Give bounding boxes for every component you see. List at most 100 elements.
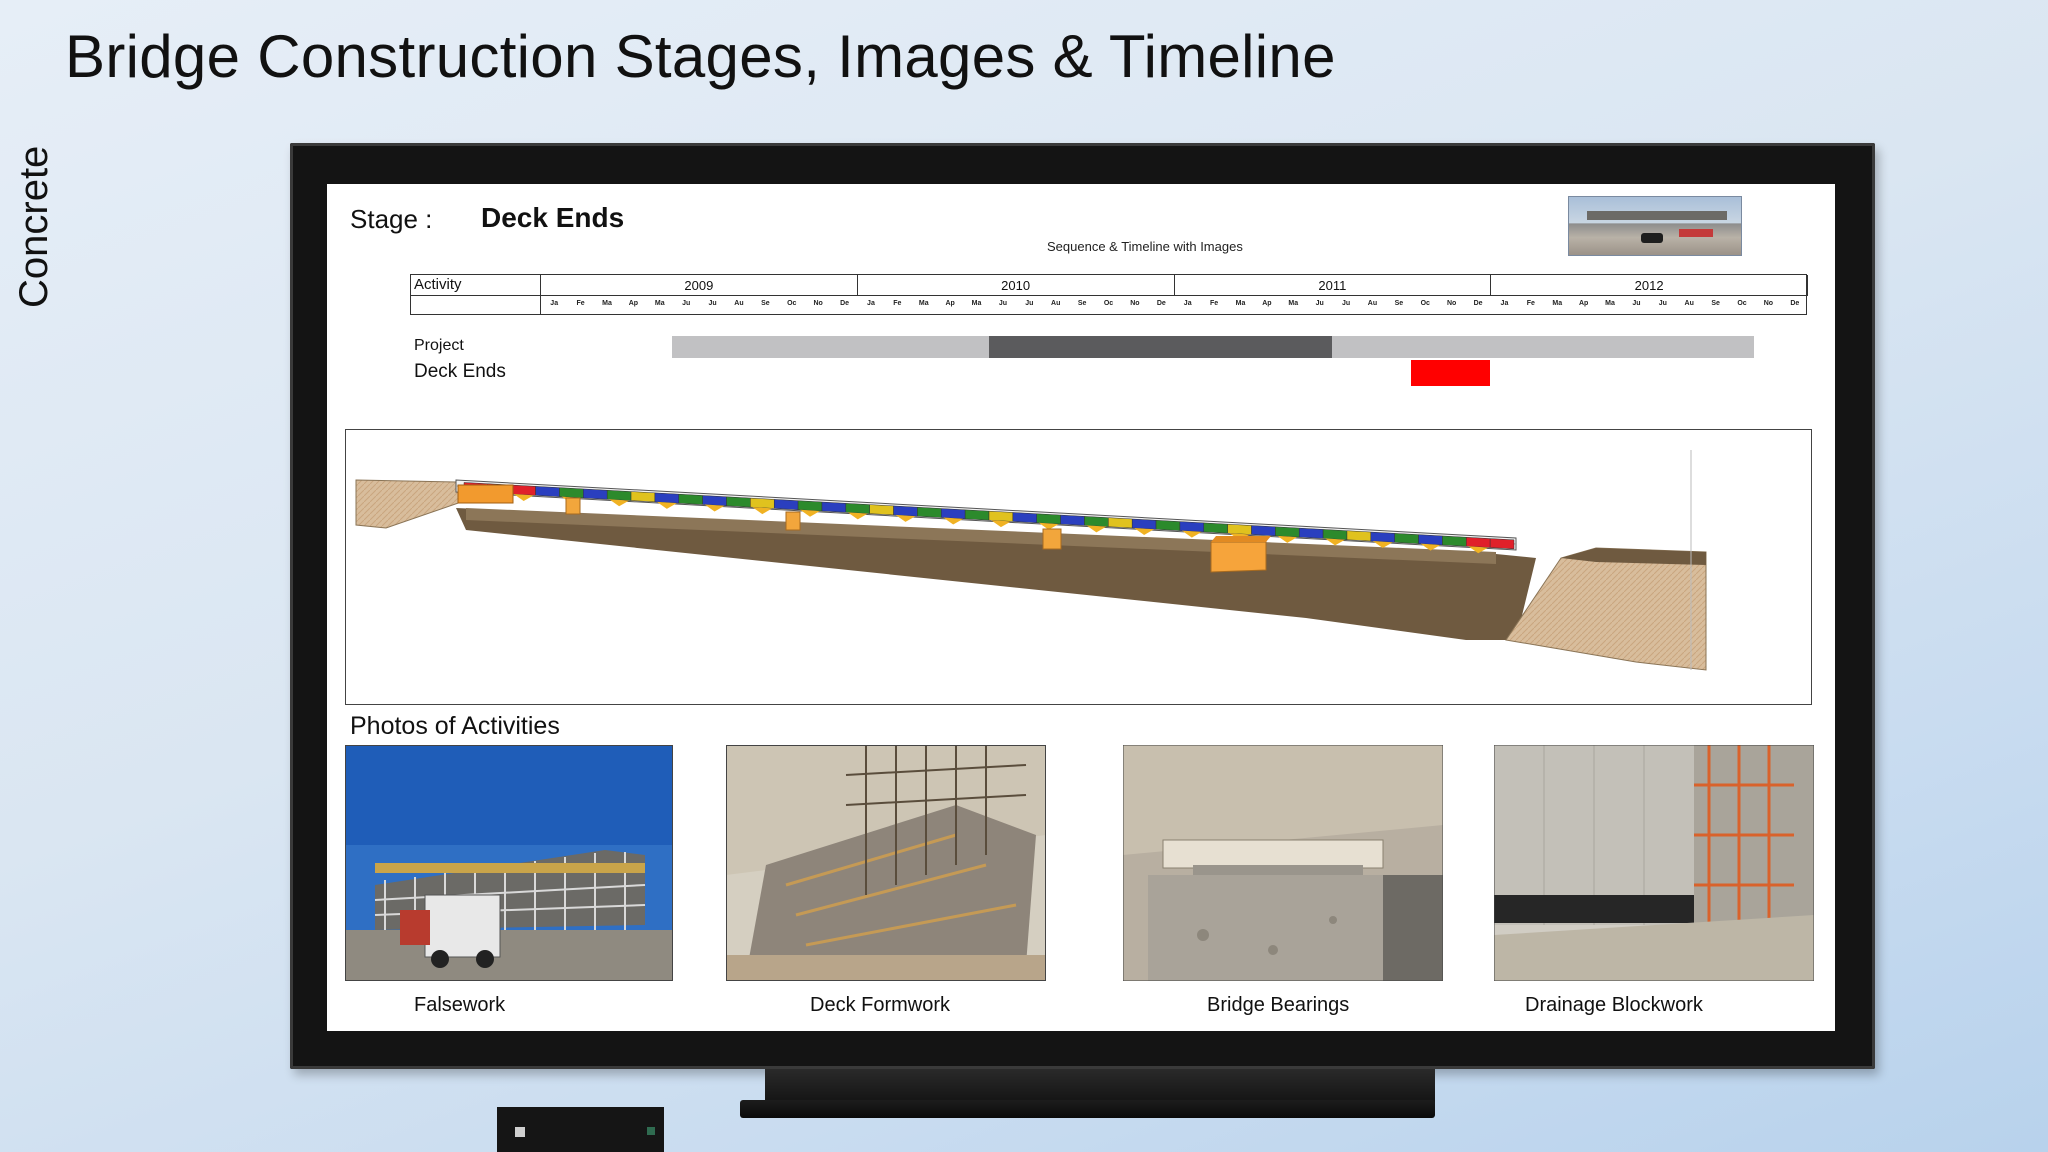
deck-segment [726, 496, 751, 508]
month-label: Oc [1103, 300, 1114, 307]
deck-segment [1179, 521, 1205, 533]
photo-deck-formwork [726, 745, 1046, 981]
right-abutment [1210, 541, 1267, 573]
month-label: Ju [1315, 300, 1324, 307]
month-label: No [1763, 300, 1774, 307]
media-box-light [515, 1127, 525, 1137]
month-label: Ju [1658, 300, 1667, 307]
deck-segment [1060, 514, 1085, 526]
deck-segment [988, 510, 1014, 522]
month-label: De [1790, 300, 1800, 307]
month-label: Ma [918, 300, 929, 307]
drainage-blockwork-image [1494, 745, 1814, 981]
photo-falsework [345, 745, 673, 981]
month-label: De [1473, 300, 1483, 307]
month-label: Fe [1210, 300, 1219, 307]
month-label: Se [1711, 300, 1720, 307]
month-label: Ja [550, 300, 559, 307]
month-label: Oc [1737, 300, 1747, 307]
thumbnail-vehicle [1641, 233, 1663, 243]
deck-segment [1227, 523, 1252, 535]
deck-segment [964, 509, 990, 521]
deck-segment [845, 503, 870, 514]
deck-segment [654, 492, 680, 504]
month-label: Ap [628, 300, 639, 307]
month-label: De [840, 300, 850, 307]
slide-title: Bridge Construction Stages, Images & Tim… [65, 23, 1336, 90]
deck-segment [1155, 520, 1181, 531]
month-label: Ju [682, 300, 691, 307]
month-label: No [1130, 300, 1140, 307]
deck-segment [583, 488, 608, 500]
deck-segment [1322, 529, 1348, 540]
stage-label: Stage : [350, 204, 433, 234]
pier-1 [565, 497, 581, 515]
bridge-elevation-diagram [345, 429, 1812, 705]
deck-segment [750, 497, 775, 509]
media-box [497, 1107, 664, 1152]
thumbnail-bridge-deck [1587, 211, 1727, 220]
ground-shadow [456, 508, 1536, 640]
month-label: Ap [1262, 300, 1272, 307]
year-header-2010: 2010 [857, 275, 1175, 296]
month-label: Au [1367, 300, 1378, 307]
year-header-2012: 2012 [1491, 275, 1808, 296]
bridge-3d-model [355, 450, 1707, 671]
deck-segment [511, 484, 536, 496]
deck-segment [773, 499, 799, 510]
deck-segment [1131, 518, 1157, 530]
side-section-label: Concrete [12, 145, 56, 308]
gantt-row-label-project: Project [414, 337, 464, 354]
right-embankment [1505, 547, 1707, 671]
month-label: Ju [708, 300, 717, 307]
deck-segment [559, 487, 584, 499]
deck-segment [1442, 535, 1467, 547]
month-label: Ma [654, 300, 665, 307]
thumbnail-marker [1679, 229, 1713, 237]
year-header-2011: 2011 [1174, 275, 1492, 296]
activity-header-spacer [411, 296, 541, 315]
year-header-2009: 2009 [541, 275, 858, 296]
month-label: Fe [1526, 300, 1535, 307]
caption-falsework: Falsework [414, 994, 506, 1016]
month-label: Ap [945, 300, 955, 307]
month-label: Se [1394, 300, 1404, 307]
month-label: Au [734, 300, 744, 307]
deck-segment [1298, 527, 1324, 539]
media-box-indicator [647, 1127, 655, 1135]
month-label: Se [761, 300, 770, 307]
deck-formwork-image [726, 745, 1046, 981]
photo-drainage-blockwork [1494, 745, 1814, 981]
month-label: No [813, 300, 823, 307]
deck-segment [1108, 517, 1133, 529]
deck-segment [893, 505, 918, 517]
tv-screen: Stage : Deck Ends Sequence & Timeline wi… [327, 184, 1835, 1031]
month-label: Ma [602, 300, 612, 307]
activity-header: Activity [411, 275, 541, 296]
stage-name: Deck Ends [481, 202, 625, 233]
left-abutment [457, 484, 514, 504]
deck-segment [1275, 526, 1300, 538]
month-label: No [1446, 300, 1457, 307]
gantt-row-label-deck-ends: Deck Ends [414, 361, 506, 382]
month-label: Au [1684, 300, 1694, 307]
sequence-subtitle: Sequence & Timeline with Images [1047, 239, 1243, 254]
month-label: Ma [971, 300, 982, 307]
deck-segment [678, 493, 703, 505]
deck-segment [1418, 534, 1443, 546]
tv-stand-base [740, 1100, 1435, 1118]
deck-segment [917, 506, 942, 518]
month-label: De [1156, 300, 1166, 307]
month-label: Ma [1605, 300, 1615, 307]
deck-segment [702, 495, 727, 507]
bridge-bearings-image [1123, 745, 1443, 981]
deck-segment [821, 501, 847, 513]
deck-segment [1489, 538, 1515, 550]
month-row: Ja Fe Ma Ap Ma Ju Ju Au Se Oc No De Ja Fe Ma Ap Ma Ju Ju Au… [541, 296, 1806, 315]
photos-heading: Photos of Activities [350, 712, 560, 740]
caption-drainage-blockwork: Drainage Blockwork [1525, 994, 1703, 1016]
month-label: Fe [576, 300, 585, 307]
deck-segment [1084, 516, 1109, 527]
deck-segment [1203, 522, 1228, 534]
deck-segment [1370, 531, 1395, 543]
